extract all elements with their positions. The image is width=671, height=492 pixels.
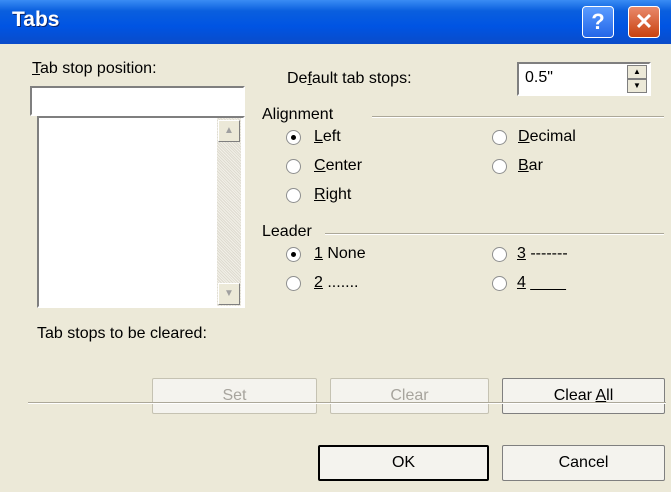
leader-dots-radio[interactable] [286,276,301,291]
leader-group-label: Leader [262,223,312,240]
leader-none-label[interactable]: 1 None [314,245,366,263]
alignment-group-label: Alignment [262,106,334,123]
spin-up-icon[interactable]: ▲ [627,65,647,79]
leader-dashes-label[interactable]: 3 ------- [517,245,568,263]
clear-all-button[interactable]: Clear All [502,378,665,414]
spin-down-icon[interactable]: ▼ [627,79,647,93]
set-button[interactable]: Set [152,378,317,414]
tab-stop-position-label: Tab stop position: [32,60,157,77]
leader-underline-label[interactable]: 4 ____ [517,274,566,292]
button-separator [28,402,666,404]
scroll-down-arrow-icon[interactable]: ▼ [218,283,240,305]
align-decimal-radio[interactable] [492,130,507,145]
ok-button[interactable]: OK [318,445,489,481]
tab-stop-position-input[interactable] [30,86,245,116]
align-left-label[interactable]: Left [314,128,341,146]
default-tab-stops-spinner[interactable]: 0.5" ▲ ▼ [517,62,651,96]
help-button[interactable]: ? [582,6,614,38]
align-decimal-label[interactable]: Decimal [518,128,576,146]
close-button[interactable]: ✕ [628,6,660,38]
title-bar: Tabs ? ✕ [0,0,671,44]
window-title: Tabs [12,8,60,31]
list-scrollbar[interactable]: ▲ ▼ [217,118,241,306]
align-right-radio[interactable] [286,188,301,203]
align-left-radio[interactable] [286,130,301,145]
tab-stops-cleared-label: Tab stops to be cleared: [37,325,207,342]
scroll-up-arrow-icon[interactable]: ▲ [218,120,240,142]
default-tab-stops-value[interactable]: 0.5" [525,69,553,87]
leader-dashes-radio[interactable] [492,247,507,262]
leader-dots-label[interactable]: 2 ....... [314,274,358,292]
align-bar-label[interactable]: Bar [518,157,543,175]
leader-none-radio[interactable] [286,247,301,262]
tab-stop-list[interactable]: ▲ ▼ [37,116,245,308]
align-right-label[interactable]: Right [314,186,351,204]
default-tab-stops-label: Default tab stops: [287,70,412,87]
align-center-label[interactable]: Center [314,157,362,175]
leader-underline-radio[interactable] [492,276,507,291]
clear-button[interactable]: Clear [330,378,489,414]
align-center-radio[interactable] [286,159,301,174]
cancel-button[interactable]: Cancel [502,445,665,481]
alignment-divider [372,116,664,118]
leader-divider [325,233,664,235]
align-bar-radio[interactable] [492,159,507,174]
